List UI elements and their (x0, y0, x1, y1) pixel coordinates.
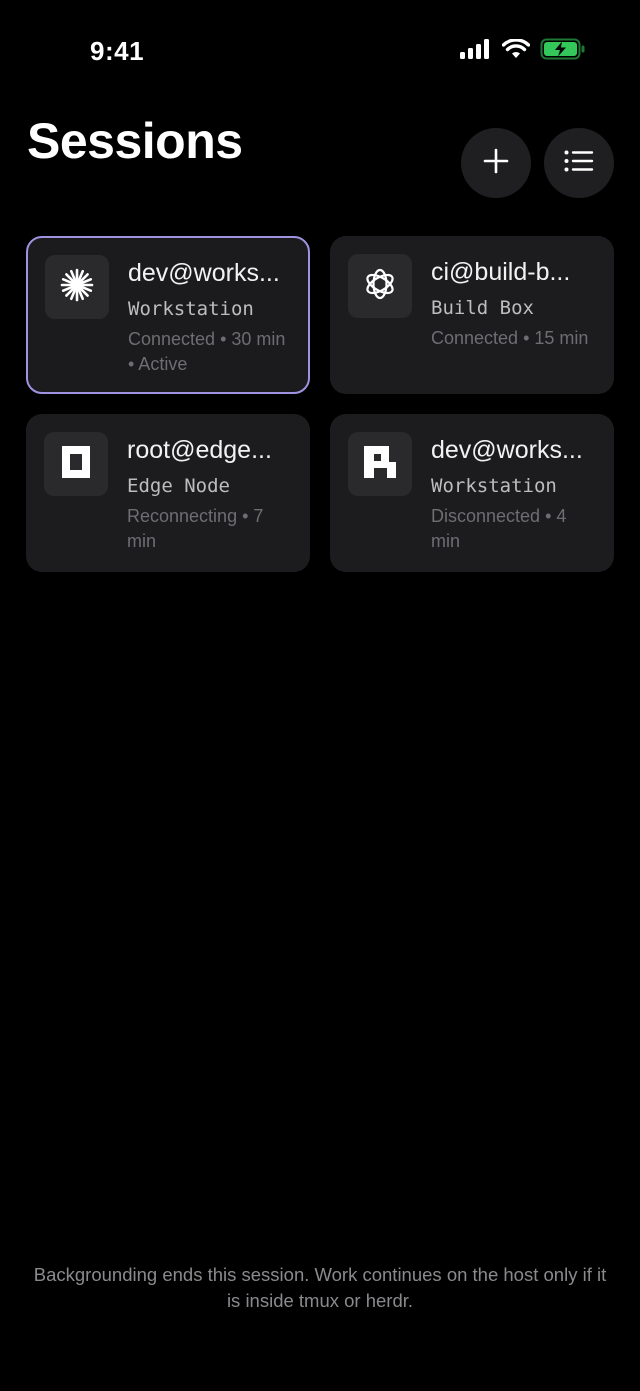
session-status: Connected • 30 min • Active (128, 329, 286, 374)
session-card[interactable]: ci@build-b... Build Box Connected • 15 m… (330, 236, 614, 394)
session-host: ci@build-b... (431, 258, 571, 286)
session-label: Edge Node (127, 475, 230, 497)
session-label: Build Box (431, 297, 534, 319)
session-card[interactable]: dev@works... Workstation Disconnected • … (330, 414, 614, 572)
card-body: root@edge... Edge Node Reconnecting • 7 … (127, 434, 296, 554)
session-icon (348, 432, 412, 496)
session-icon (44, 432, 108, 496)
status-time: 9:41 (90, 36, 145, 66)
status-icons (460, 38, 586, 65)
card-body: dev@works... Workstation Connected • 30 … (128, 257, 294, 377)
session-grid: dev@works... Workstation Connected • 30 … (26, 236, 614, 572)
session-card[interactable]: root@edge... Edge Node Reconnecting • 7 … (26, 414, 310, 572)
add-session-button[interactable] (461, 128, 531, 198)
list-view-button[interactable] (544, 128, 614, 198)
session-host: root@edge... (127, 436, 272, 464)
pixel-block-icon (363, 445, 397, 484)
session-status: Disconnected • 4 min (431, 506, 567, 551)
plus-icon (483, 148, 509, 179)
sessions-screen: 9:41 Sessions dev@works... Workstation C… (0, 0, 640, 1391)
status-bar: 9:41 (0, 0, 640, 100)
session-host: dev@works... (431, 436, 583, 464)
session-icon (348, 254, 412, 318)
page-title: Sessions (27, 113, 243, 169)
session-card-active[interactable]: dev@works... Workstation Connected • 30 … (26, 236, 310, 394)
footer-note: Backgrounding ends this session. Work co… (33, 1264, 607, 1311)
session-status: Reconnecting • 7 min (127, 506, 264, 551)
session-host: dev@works... (128, 259, 280, 287)
sparkle-icon (60, 268, 94, 307)
cellular-signal-icon (460, 39, 492, 64)
session-label: Workstation (431, 475, 557, 497)
battery-charging-icon (540, 38, 586, 65)
wifi-icon (501, 38, 531, 64)
session-status: Connected • 15 min (431, 328, 589, 348)
card-body: dev@works... Workstation Disconnected • … (431, 434, 600, 554)
session-icon (45, 255, 109, 319)
card-body: ci@build-b... Build Box Connected • 15 m… (431, 256, 600, 351)
square-frame-icon (61, 445, 91, 484)
list-icon (564, 150, 594, 177)
session-label: Workstation (128, 298, 254, 320)
openai-knot-icon (362, 266, 398, 307)
